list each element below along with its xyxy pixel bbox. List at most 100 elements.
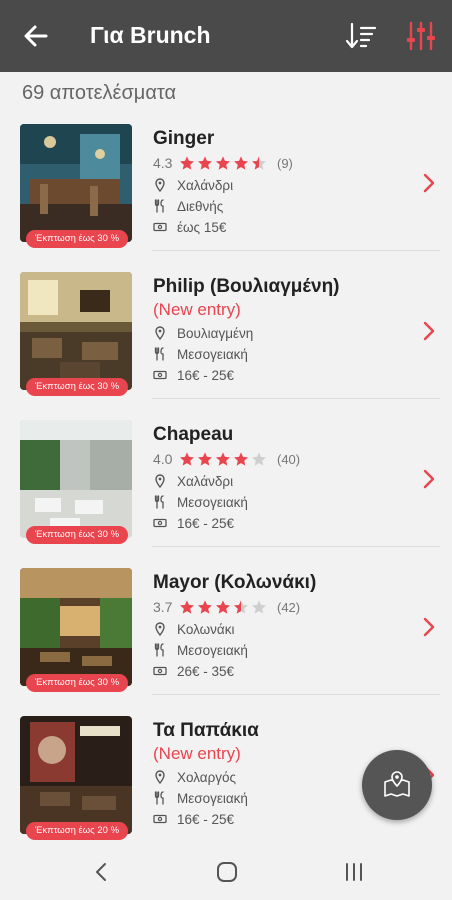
rating-row: 4.0 (40) <box>153 450 300 468</box>
star-empty-icon <box>252 600 266 614</box>
area-row: Κολωνάκι <box>153 620 234 638</box>
rating-value: 4.3 <box>153 155 173 171</box>
cutlery-icon <box>154 791 164 805</box>
star-icon <box>198 156 212 170</box>
price-text: 16€ - 25€ <box>177 811 235 827</box>
restaurant-photo <box>20 420 132 538</box>
cutlery-icon <box>154 199 164 213</box>
area-row: Χολαργός <box>153 768 236 786</box>
cuisine-row: Διεθνής <box>153 197 223 215</box>
star-icon <box>180 600 194 614</box>
rating-row: 4.3 (9) <box>153 154 293 172</box>
sort-icon[interactable] <box>344 20 378 52</box>
star-empty-icon <box>252 452 266 466</box>
page-title: Για Brunch <box>90 22 211 48</box>
restaurant-photo <box>20 716 132 834</box>
cutlery-icon <box>154 643 164 657</box>
price-row: 16€ - 25€ <box>153 514 234 532</box>
divider <box>152 398 440 399</box>
star-icon <box>198 600 212 614</box>
restaurant-name: Chapeau <box>153 424 234 445</box>
cuisine-row: Μεσογειακή <box>153 789 248 807</box>
review-count: (9) <box>277 155 293 171</box>
list-item[interactable]: Έκπτωση έως 30 % Mayor (Κολωνάκι) 3.7 (4… <box>0 568 452 698</box>
arrow-left-icon[interactable] <box>20 20 52 52</box>
location-pin-icon <box>155 178 165 192</box>
price-row: 16€ - 25€ <box>153 366 234 384</box>
cutlery-icon <box>154 495 164 509</box>
star-icon <box>216 452 230 466</box>
price-text: 26€ - 35€ <box>177 663 235 679</box>
cuisine-text: Μεσογειακή <box>177 642 248 658</box>
star-icon <box>216 156 230 170</box>
system-nav-bar <box>0 842 452 900</box>
star-rating <box>179 155 269 171</box>
location-pin-icon <box>155 770 165 784</box>
area-row: Βουλιαγμένη <box>153 324 253 342</box>
nav-home-icon[interactable] <box>215 860 239 884</box>
chevron-right-icon[interactable] <box>422 320 436 342</box>
divider <box>152 250 440 251</box>
price-text: έως 15€ <box>177 219 227 235</box>
price-text: 16€ - 25€ <box>177 515 235 531</box>
review-count: (40) <box>277 451 301 467</box>
star-rating <box>179 599 269 615</box>
star-icon <box>180 452 194 466</box>
banknote-icon <box>153 814 167 824</box>
map-view-button[interactable] <box>362 750 432 820</box>
star-icon <box>216 600 230 614</box>
restaurant-name: Mayor (Κολωνάκι) <box>153 572 317 593</box>
restaurant-name: Τα Παπάκια <box>153 720 259 741</box>
cuisine-row: Μεσογειακή <box>153 345 248 363</box>
results-count: 69 αποτελέσματα <box>22 82 177 104</box>
price-row: 16€ - 25€ <box>153 810 234 828</box>
new-entry-label: (New entry) <box>153 300 241 319</box>
banknote-icon <box>153 222 167 232</box>
discount-badge: Έκπτωση έως 30 % <box>26 526 128 544</box>
price-row: 26€ - 35€ <box>153 662 234 680</box>
location-pin-icon <box>155 622 165 636</box>
star-half-icon <box>252 156 266 170</box>
area-text: Χολαργός <box>177 769 237 785</box>
discount-badge: Έκπτωση έως 30 % <box>26 230 128 248</box>
chevron-right-icon[interactable] <box>422 468 436 490</box>
discount-badge: Έκπτωση έως 30 % <box>26 378 128 396</box>
area-row: Χαλάνδρι <box>153 472 233 490</box>
area-text: Χαλάνδρι <box>177 177 234 193</box>
location-pin-icon <box>155 474 165 488</box>
discount-badge: Έκπτωση έως 30 % <box>26 674 128 692</box>
area-text: Κολωνάκι <box>177 621 235 637</box>
restaurant-photo <box>20 124 132 242</box>
rating-row: 3.7 (42) <box>153 598 300 616</box>
cuisine-row: Μεσογειακή <box>153 641 248 659</box>
cutlery-icon <box>154 347 164 361</box>
area-text: Βουλιαγμένη <box>177 325 254 341</box>
chevron-right-icon[interactable] <box>422 616 436 638</box>
restaurant-name: Ginger <box>153 128 215 149</box>
app-bar: Για Brunch <box>0 0 452 72</box>
star-icon <box>198 452 212 466</box>
restaurant-name: Philip (Βουλιαγμένη) <box>153 276 340 297</box>
discount-badge: Έκπτωση έως 20 % <box>26 822 128 840</box>
price-row: έως 15€ <box>153 218 226 236</box>
star-half-icon <box>234 600 248 614</box>
list-item[interactable]: Έκπτωση έως 30 % Chapeau 4.0 (40) Χαλάνδ… <box>0 420 452 550</box>
banknote-icon <box>153 370 167 380</box>
nav-back-icon[interactable] <box>90 860 114 884</box>
list-item[interactable]: Έκπτωση έως 30 % Philip (Βουλιαγμένη) (N… <box>0 272 452 402</box>
rating-value: 4.0 <box>153 451 173 467</box>
sliders-icon[interactable] <box>404 20 438 52</box>
new-entry-label: (New entry) <box>153 744 241 763</box>
rating-value: 3.7 <box>153 599 173 615</box>
star-icon <box>234 452 248 466</box>
star-rating <box>179 451 269 467</box>
location-pin-icon <box>155 326 165 340</box>
cuisine-text: Διεθνής <box>177 198 224 214</box>
list-item[interactable]: Έκπτωση έως 30 % Ginger 4.3 (9) Χαλάνδρι… <box>0 124 452 254</box>
nav-recents-icon[interactable] <box>342 860 366 884</box>
chevron-right-icon[interactable] <box>422 172 436 194</box>
banknote-icon <box>153 666 167 676</box>
cuisine-text: Μεσογειακή <box>177 494 248 510</box>
area-row: Χαλάνδρι <box>153 176 233 194</box>
restaurant-photo <box>20 272 132 390</box>
